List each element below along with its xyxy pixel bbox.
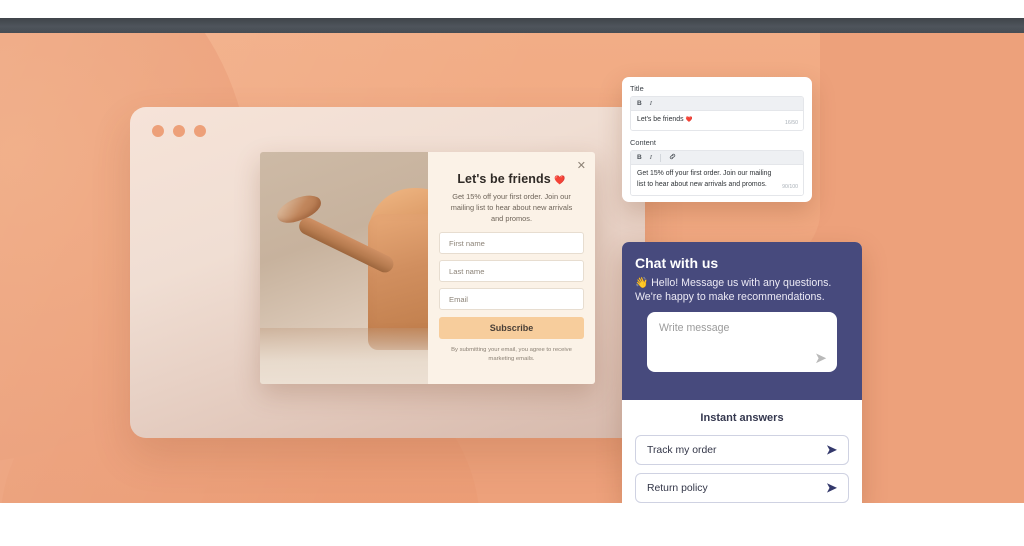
subscribe-button[interactable]: Subscribe [439,317,584,340]
title-editor-box: B I Let's be friends ❤️ 16/50 [630,96,804,132]
chat-input-placeholder: Write message [659,322,730,335]
chat-greeting-text: Hello! Message us with any questions. We… [635,277,832,304]
instant-answer-track-order[interactable]: Track my order ➤ [635,435,849,466]
arrow-right-icon: ➤ [826,480,837,496]
modal-title: Let's be friends ❤️ [439,172,584,186]
title-toolbar: B I [631,97,803,111]
chat-greeting: 👋 Hello! Message us with any questions. … [635,276,849,304]
toolbar-divider [659,153,661,162]
wave-icon: 👋 [635,277,649,289]
send-arrow-icon[interactable]: ➤ [814,349,827,367]
title-char-counter: 16/50 [785,119,798,126]
dot-red-icon [152,125,164,137]
content-char-counter: 90/100 [782,184,798,191]
bold-icon[interactable]: B [637,100,642,107]
chat-header: Chat with us 👋 Hello! Message us with an… [622,242,862,401]
window-traffic-lights [152,125,206,137]
modal-fine-print: By submitting your email, you agree to r… [451,347,572,363]
instant-answer-label: Return policy [647,482,708,494]
modal-title-text: Let's be friends [457,172,551,186]
chat-widget: Chat with us 👋 Hello! Message us with an… [622,242,862,503]
first-name-input[interactable]: First name [439,232,584,255]
email-placeholder: Email [449,294,468,304]
arrow-right-icon: ➤ [826,442,837,458]
page-top-margin [0,0,1024,18]
instant-answers-section: Instant answers Track my order ➤ Return … [622,400,862,503]
last-name-input[interactable]: Last name [439,260,584,283]
chat-title: Chat with us [635,255,719,271]
modal-subtitle: Get 15% off your first order. Join our m… [450,192,573,224]
dot-green-icon [194,125,206,137]
content-editor-box: B I Get 15% off your first order. Join o… [630,150,804,197]
content-editor-content[interactable]: Get 15% off your first order. Join our m… [631,165,803,196]
heart-icon: ❤️ [554,175,566,185]
dot-yellow-icon [173,125,185,137]
can-surface-shadow [260,328,428,384]
instant-answer-label: Track my order [647,444,717,456]
title-field-label: Title [630,84,644,93]
content-editor-value: Get 15% off your first order. Join our m… [637,170,772,188]
instant-answers-title: Instant answers [700,412,784,425]
close-icon[interactable]: ✕ [577,159,586,172]
page-bottom-margin [0,503,1024,546]
first-name-placeholder: First name [449,238,485,248]
browser-chrome-bar [0,18,1024,33]
content-field-label: Content [630,138,656,148]
bold-icon[interactable]: B [637,154,642,161]
italic-icon[interactable]: I [650,154,652,161]
last-name-placeholder: Last name [449,266,485,276]
link-icon[interactable] [669,153,676,162]
heart-icon: ❤️ [685,117,693,123]
watering-can-illustration [260,152,428,384]
screenshot-root: ✕ Let's be friends ❤️ Get 15% off your f… [0,0,1024,546]
email-capture-modal: ✕ Let's be friends ❤️ Get 15% off your f… [260,152,595,384]
email-input[interactable]: Email [439,288,584,311]
instant-answer-return-policy[interactable]: Return policy ➤ [635,473,849,503]
title-editor-content[interactable]: Let's be friends ❤️ 16/50 [631,111,803,131]
rich-text-editor-panel: Title B I Let's be friends ❤️ 16/50 Cont… [622,77,812,202]
email-capture-form: ✕ Let's be friends ❤️ Get 15% off your f… [428,152,595,384]
title-editor-value: Let's be friends [637,116,684,123]
content-toolbar: B I [631,151,803,166]
italic-icon[interactable]: I [650,100,652,107]
chat-message-input[interactable]: Write message ➤ [647,312,837,373]
